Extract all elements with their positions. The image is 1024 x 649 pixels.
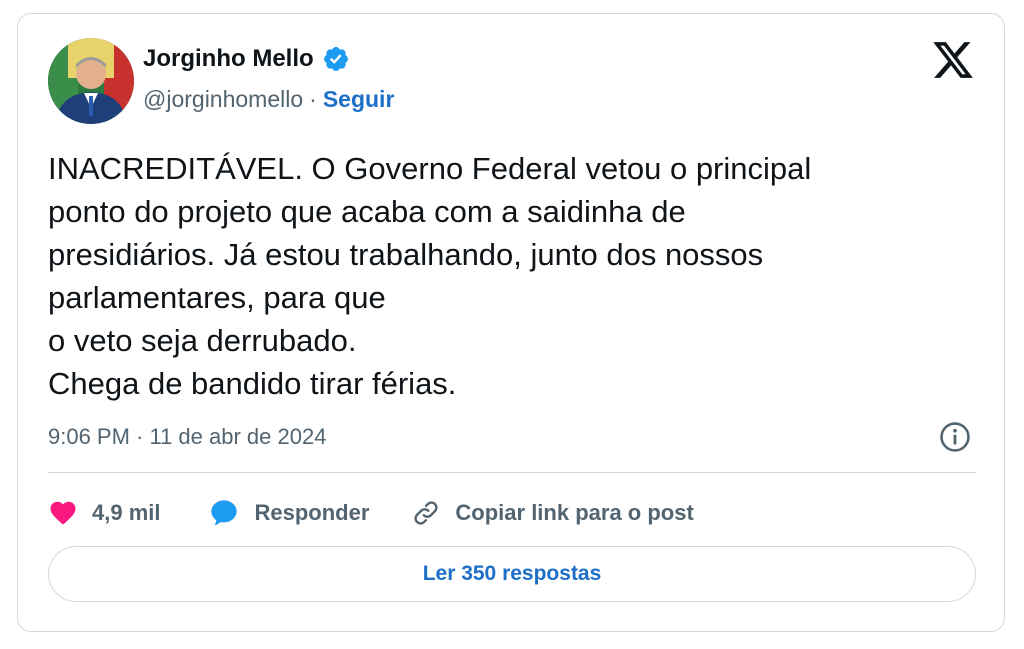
reply-button[interactable]: Responder xyxy=(208,497,369,529)
follow-button[interactable]: Seguir xyxy=(323,86,395,113)
heart-icon xyxy=(50,501,76,525)
info-icon[interactable] xyxy=(938,420,972,454)
avatar-image xyxy=(48,38,134,124)
link-icon xyxy=(414,501,438,525)
like-count: 4,9 mil xyxy=(92,500,161,525)
x-logo-icon[interactable] xyxy=(931,38,975,82)
divider xyxy=(48,472,976,473)
tweet-text: INACREDITÁVEL. O Governo Federal vetou o… xyxy=(48,147,948,405)
tweet-text-line: INACREDITÁVEL. O Governo Federal vetou o… xyxy=(48,151,812,186)
reply-label: Responder xyxy=(254,500,370,525)
tweet-text-line: presidiários. Já estou trabalhando, junt… xyxy=(48,237,764,272)
speech-bubble-icon xyxy=(211,500,238,526)
author-handle-row: @jorginhomello · Seguir xyxy=(143,86,394,113)
read-replies-button[interactable]: Ler 350 respostas xyxy=(48,546,976,602)
read-replies-label: Ler 350 respostas xyxy=(422,562,602,585)
tweet-text-line: Chega de bandido tirar férias. xyxy=(48,366,457,401)
author-name[interactable]: Jorginho Mello xyxy=(143,45,314,73)
tweet-text-line: o veto seja derrubado. xyxy=(48,323,357,358)
author-name-row: Jorginho Mello xyxy=(143,45,350,73)
copy-link-label: Copiar link para o post xyxy=(455,500,694,525)
author-handle[interactable]: @jorginhomello xyxy=(143,86,303,113)
avatar[interactable] xyxy=(48,38,134,124)
verified-badge-icon xyxy=(323,47,348,71)
tweet-text-line: ponto do projeto que acaba com a saidinh… xyxy=(48,194,686,229)
action-bar: 4,9 mil Responder Copiar link para o pos… xyxy=(48,492,694,534)
handle-separator: · xyxy=(309,86,317,112)
tweet-card: Jorginho Mello @jorginhomello · Seguir I… xyxy=(17,13,1005,632)
like-button[interactable]: 4,9 mil xyxy=(48,498,160,528)
tweet-text-line: parlamentares, para que xyxy=(48,280,386,315)
tweet-timestamp[interactable]: 9:06 PM · 11 de abr de 2024 xyxy=(48,424,326,450)
copy-link-button[interactable]: Copiar link para o post xyxy=(411,498,694,528)
